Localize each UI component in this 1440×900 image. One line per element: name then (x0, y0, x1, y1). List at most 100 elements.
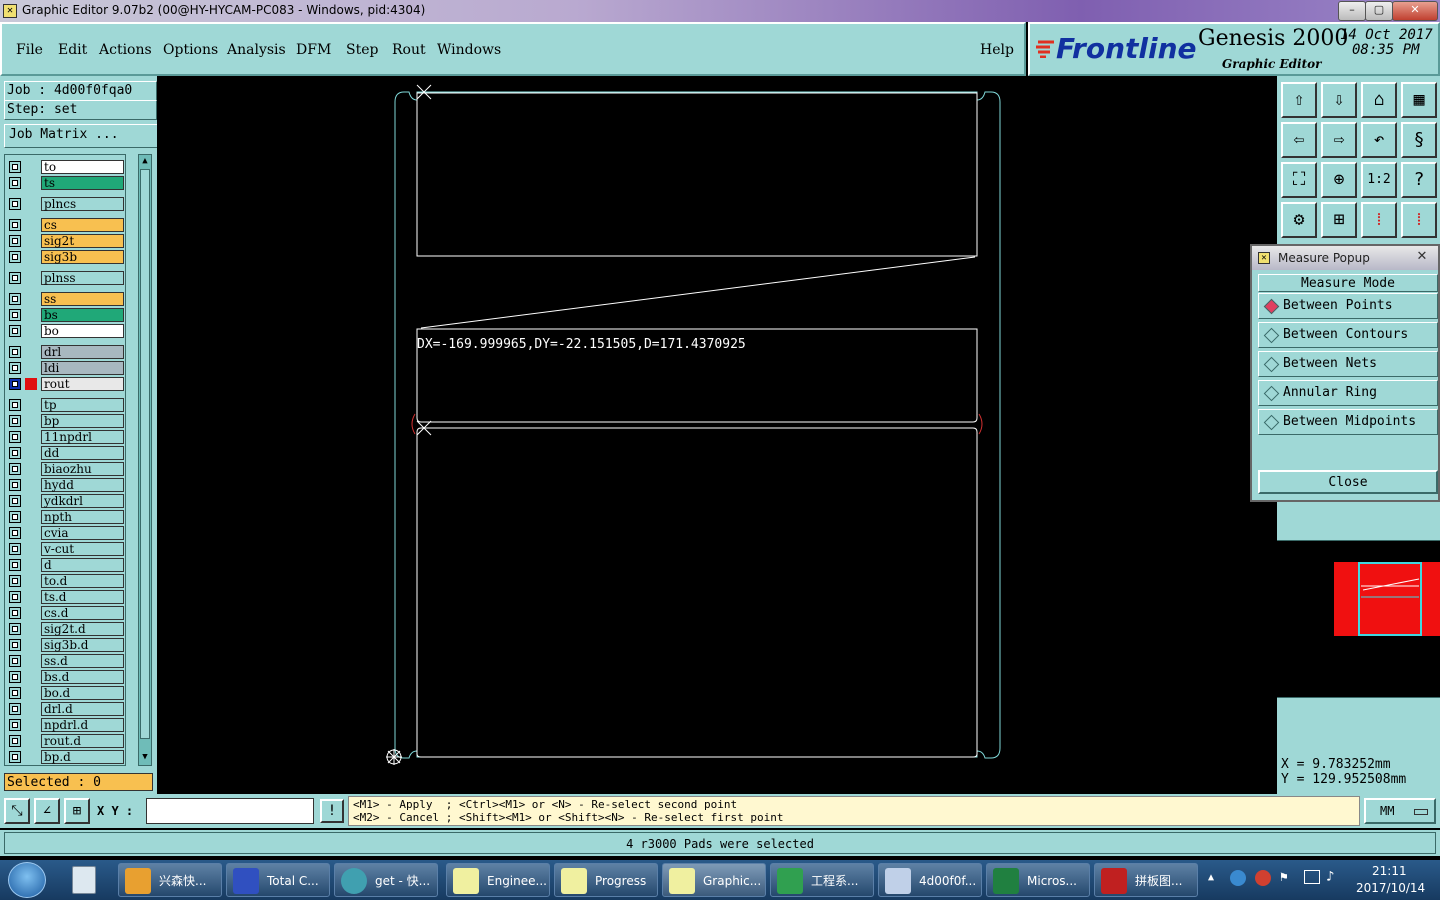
layer-checkbox[interactable] (9, 251, 21, 263)
maximize-button[interactable]: ▢ (1365, 1, 1393, 21)
layer-checkbox[interactable] (9, 325, 21, 337)
menu-windows[interactable]: Windows (437, 42, 501, 58)
layer-checkbox[interactable] (9, 346, 21, 358)
task-item-9[interactable]: Micros... (986, 863, 1090, 897)
scroll-down-icon[interactable]: ▼ (139, 751, 151, 763)
task-item-5[interactable]: Progress (554, 863, 658, 897)
layer-row[interactable]: ydkdrl (7, 493, 125, 509)
layer-row[interactable]: sig2t.d (7, 621, 125, 637)
layer-checkbox[interactable] (9, 219, 21, 231)
menu-rout[interactable]: Rout (392, 42, 426, 58)
zoom-1-to-2-tool-icon[interactable]: 1:2 (1361, 162, 1397, 198)
menu-analysis[interactable]: Analysis (227, 42, 286, 58)
layer-row[interactable]: rout (7, 376, 125, 392)
layer-row[interactable]: sig3b (7, 249, 125, 265)
layer-row[interactable]: biaozhu (7, 461, 125, 477)
layer-checkbox[interactable] (9, 751, 21, 763)
layer-checkbox[interactable] (9, 431, 21, 443)
layer-row[interactable]: cs (7, 217, 125, 233)
layer-checkbox[interactable] (9, 415, 21, 427)
layer-row[interactable]: rout.d (7, 733, 125, 749)
mode-between-points[interactable]: Between Points (1258, 293, 1438, 319)
layer-checkbox[interactable] (9, 463, 21, 475)
task-item-7[interactable]: 工程系... (770, 863, 874, 897)
layer-row[interactable]: plncs (7, 196, 125, 212)
alert-icon[interactable]: ! (320, 799, 344, 823)
layer-checkbox[interactable] (9, 447, 21, 459)
layer-row[interactable]: to.d (7, 573, 125, 589)
layer-row[interactable]: cs.d (7, 605, 125, 621)
mode-between-nets[interactable]: Between Nets (1258, 351, 1438, 377)
net-tool-icon[interactable]: ⁞ (1361, 202, 1397, 238)
layer-row[interactable]: sig3b.d (7, 637, 125, 653)
layer-checkbox[interactable] (9, 591, 21, 603)
menu-help[interactable]: Help (980, 42, 1014, 58)
layer-checkbox[interactable] (9, 495, 21, 507)
layer-checkbox[interactable] (9, 671, 21, 683)
layer-checkbox[interactable] (9, 198, 21, 210)
graphic-canvas[interactable]: DX=-169.999965,DY=-22.151505,D=171.43709… (157, 76, 1277, 794)
task-item-4[interactable]: Enginee... (446, 863, 550, 897)
layer-checkbox[interactable] (9, 687, 21, 699)
task-item-8[interactable]: 4d00f0f... (878, 863, 982, 897)
task-item-2[interactable]: Total C... (226, 863, 330, 897)
layer-row[interactable]: hydd (7, 477, 125, 493)
mode-between-midpoints[interactable]: Between Midpoints (1258, 409, 1438, 435)
layer-checkbox[interactable] (9, 575, 21, 587)
layer-checkbox[interactable] (9, 703, 21, 715)
tray-monitor-icon[interactable] (1304, 870, 1320, 884)
popup-close-button[interactable]: Close (1258, 470, 1438, 494)
layer-scrollbar[interactable]: ▲ ▼ (138, 154, 152, 766)
help-tool-icon[interactable]: ? (1401, 162, 1437, 198)
scroll-up-icon[interactable]: ▲ (139, 155, 151, 167)
layer-row[interactable]: drl.d (7, 701, 125, 717)
layer-row[interactable]: drl (7, 344, 125, 360)
mode-annular-ring[interactable]: Annular Ring (1258, 380, 1438, 406)
menu-dfm[interactable]: DFM (296, 42, 331, 58)
layer-row[interactable]: ldi (7, 360, 125, 376)
minimize-button[interactable]: – (1338, 1, 1366, 21)
board-drawing[interactable]: DX=-169.999965,DY=-22.151505,D=171.43709… (157, 76, 1277, 794)
layer-row[interactable]: npth (7, 509, 125, 525)
tray-flag-icon[interactable]: ⚑ (1280, 870, 1294, 886)
zoom-fit-tool-icon[interactable]: ⛶ (1281, 162, 1317, 198)
layer-row[interactable]: 11npdrl (7, 429, 125, 445)
layer-row[interactable]: bp.d (7, 749, 125, 765)
settings-tool-icon[interactable]: ⚙ (1281, 202, 1317, 238)
tray-network-icon[interactable] (1230, 870, 1246, 886)
task-item-10[interactable]: 拼板图... (1094, 863, 1198, 897)
units-select[interactable]: MM (1364, 798, 1436, 824)
menu-options[interactable]: Options (163, 42, 218, 58)
mode-between-contours[interactable]: Between Contours (1258, 322, 1438, 348)
clock-date[interactable]: 2017/10/14 (1356, 881, 1425, 895)
layer-checkbox[interactable] (9, 177, 21, 189)
overview-map[interactable] (1277, 540, 1440, 698)
clock-time[interactable]: 21:11 (1372, 864, 1407, 878)
grid-tool-icon[interactable]: ▦ (1401, 82, 1437, 118)
job-matrix-button[interactable]: Job Matrix ... (4, 124, 159, 148)
zoom-center-tool-icon[interactable]: ⊕ (1321, 162, 1357, 198)
snap-tool-icon[interactable]: § (1401, 122, 1437, 158)
layer-row[interactable]: bs (7, 307, 125, 323)
layer-checkbox[interactable] (9, 543, 21, 555)
layer-checkbox[interactable] (9, 272, 21, 284)
scroll-thumb[interactable] (140, 169, 150, 739)
menu-file[interactable]: File (16, 42, 43, 58)
layer-checkbox[interactable] (9, 161, 21, 173)
zoom-home-tool-icon[interactable]: ⇧ (1281, 82, 1317, 118)
grid-mode-icon[interactable]: ⊞ (64, 798, 90, 824)
layer-row[interactable]: tp (7, 397, 125, 413)
layer-checkbox[interactable] (9, 378, 21, 390)
layer-row[interactable]: d (7, 557, 125, 573)
layer-checkbox[interactable] (9, 362, 21, 374)
layer-checkbox[interactable] (9, 399, 21, 411)
calculator-icon[interactable] (72, 866, 96, 894)
tray-app-icon[interactable] (1255, 870, 1271, 886)
layer-checkbox[interactable] (9, 719, 21, 731)
pan-left-tool-icon[interactable]: ⇦ (1281, 122, 1317, 158)
layer-row[interactable]: to (7, 159, 125, 175)
layout-tool-icon[interactable]: ⊞ (1321, 202, 1357, 238)
layer-row[interactable]: ts (7, 175, 125, 191)
tray-volume-icon[interactable]: ♪ (1326, 869, 1334, 885)
layer-row[interactable]: plnss (7, 270, 125, 286)
